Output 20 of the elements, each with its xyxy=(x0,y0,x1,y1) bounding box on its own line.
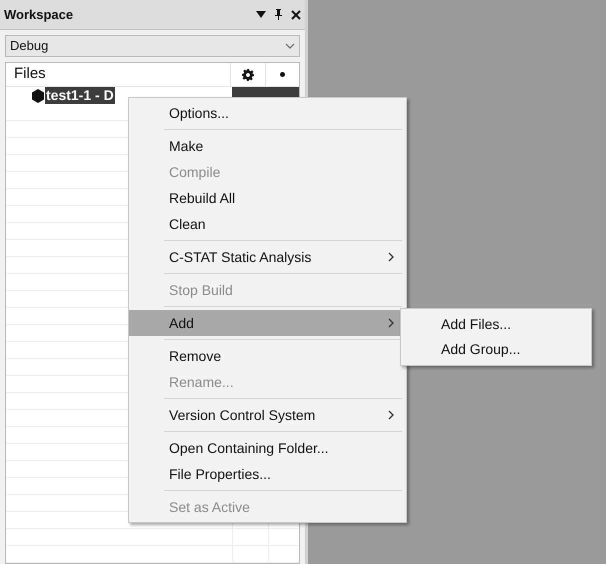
column-header: Files xyxy=(13,64,47,84)
menu-item[interactable]: Clean xyxy=(129,211,406,237)
menu-item[interactable]: Version Control System xyxy=(129,402,406,428)
close-icon[interactable] xyxy=(291,10,301,20)
window-title: Workspace xyxy=(4,6,74,24)
tree-item[interactable]: test1-1 - D xyxy=(45,87,115,104)
menu-item[interactable]: Options... xyxy=(129,100,406,126)
menu-item[interactable]: Make xyxy=(129,133,406,159)
menu-item[interactable]: Rebuild All xyxy=(129,185,406,211)
dropdown-arrow-icon[interactable] xyxy=(256,11,266,18)
configuration-dropdown[interactable]: Debug xyxy=(5,35,300,57)
pin-icon[interactable] xyxy=(274,9,283,20)
menu-item[interactable]: C-STAT Static Analysis xyxy=(129,244,406,270)
dot-icon xyxy=(280,72,286,77)
menu-item[interactable]: Open Containing Folder... xyxy=(129,435,406,461)
project-icon xyxy=(31,88,45,102)
chevron-down-icon xyxy=(285,43,295,49)
menu-item[interactable]: File Properties... xyxy=(129,461,406,487)
menu-item[interactable]: Add Group... xyxy=(401,337,591,362)
gear-icon xyxy=(242,68,254,80)
